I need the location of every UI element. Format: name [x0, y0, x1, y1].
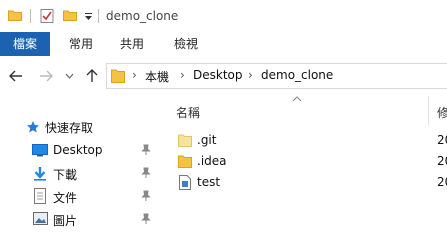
file-date: 20: [437, 154, 447, 168]
navigation-pane: 快速存取 Desktop 下載 文件 圖片: [0, 96, 160, 233]
file-row-idea[interactable]: .idea 20: [168, 151, 447, 173]
desktop-icon: [32, 144, 48, 157]
file-name: test: [197, 175, 221, 189]
sort-chevron-icon: [292, 96, 302, 102]
tab-view[interactable]: 檢視: [164, 32, 208, 56]
document-icon: [34, 188, 46, 204]
sidebar-item-label: 圖片: [53, 214, 78, 228]
customize-toolbar-icon[interactable]: [84, 12, 93, 21]
tab-share[interactable]: 共用: [112, 32, 152, 56]
up-arrow-icon[interactable]: [84, 68, 100, 84]
breadcrumb-chevron-icon: ›: [132, 68, 137, 82]
title-separator: [30, 9, 31, 23]
sidebar-item-quick-access[interactable]: 快速存取: [0, 116, 160, 138]
breadcrumb-item[interactable]: 本機: [145, 68, 169, 85]
tab-home[interactable]: 常用: [58, 32, 104, 56]
folder-icon[interactable]: [8, 10, 22, 21]
sidebar-item-desktop[interactable]: Desktop: [0, 140, 160, 162]
sidebar-item-documents[interactable]: 文件: [0, 186, 160, 208]
breadcrumb-item[interactable]: Desktop: [193, 68, 243, 82]
file-date: 20: [437, 175, 447, 189]
download-arrow-icon: [34, 167, 46, 181]
pin-icon[interactable]: [140, 190, 152, 202]
properties-icon[interactable]: [40, 8, 54, 24]
back-arrow-icon[interactable]: [8, 68, 24, 84]
sidebar-item-label: Desktop: [53, 143, 103, 157]
folder-icon: [111, 69, 125, 83]
ribbon: 檔案 常用 共用 檢視: [0, 32, 447, 57]
breadcrumb-chevron-icon[interactable]: ›: [248, 68, 253, 82]
column-divider[interactable]: [428, 96, 429, 126]
new-folder-icon[interactable]: [63, 10, 77, 21]
title-bar: demo_clone: [0, 0, 447, 32]
sidebar-item-label: 下載: [53, 168, 78, 182]
sidebar-item-downloads[interactable]: 下載: [0, 163, 160, 185]
forward-arrow-icon[interactable]: [38, 68, 54, 84]
pictures-icon: [33, 212, 48, 225]
breadcrumb-item[interactable]: demo_clone: [261, 68, 333, 82]
breadcrumb-chevron-icon[interactable]: ›: [180, 68, 185, 82]
file-row-git[interactable]: .git 20: [168, 130, 447, 152]
column-header-date[interactable]: 修: [437, 104, 447, 121]
file-name: .idea: [197, 154, 227, 168]
window-title: demo_clone: [106, 9, 179, 23]
sidebar-item-label: 快速存取: [45, 121, 94, 135]
title-separator: [98, 9, 99, 23]
pin-icon[interactable]: [140, 144, 152, 156]
pin-icon[interactable]: [140, 167, 152, 179]
recent-locations-chevron-icon[interactable]: [65, 73, 74, 79]
folder-icon: [178, 134, 192, 147]
file-row-test[interactable]: test 20: [168, 172, 447, 194]
file-icon: [179, 175, 191, 190]
file-name: .git: [197, 133, 217, 147]
sidebar-item-pictures[interactable]: 圖片: [0, 209, 160, 231]
folder-icon: [178, 155, 192, 168]
tab-file[interactable]: 檔案: [0, 32, 50, 56]
column-header-name[interactable]: 名稱: [176, 104, 200, 121]
star-icon: [27, 121, 39, 133]
column-header-row: [168, 97, 447, 125]
file-date: 20: [437, 133, 447, 147]
pin-icon[interactable]: [140, 213, 152, 225]
sidebar-item-label: 文件: [53, 191, 78, 205]
